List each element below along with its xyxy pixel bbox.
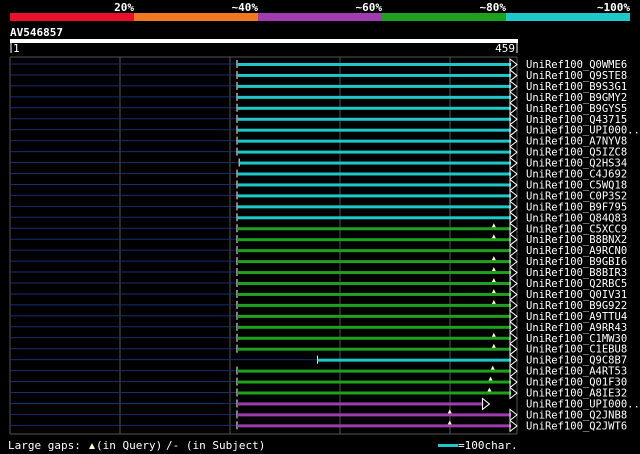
scale-label-20: 20% xyxy=(114,1,134,14)
hit-bar xyxy=(236,84,512,88)
hit-bar xyxy=(236,172,512,176)
scale-label-60: ~60% xyxy=(356,1,383,14)
hit-bar xyxy=(236,369,512,373)
hit-bar xyxy=(236,336,512,340)
scale-block-2 xyxy=(134,13,258,21)
legend-scale-text: =100char. xyxy=(458,439,518,452)
hit-bar xyxy=(236,205,512,209)
hit-bar xyxy=(236,73,512,77)
hit-bar xyxy=(236,260,512,264)
query-name: AV546857 xyxy=(10,26,63,39)
hit-bar xyxy=(236,402,484,406)
hit-bar xyxy=(236,150,512,154)
hit-bar xyxy=(236,292,512,296)
query-start-label: 1 xyxy=(13,42,20,55)
hit-bar xyxy=(236,314,512,318)
hit-bar xyxy=(236,325,512,329)
hit-bar xyxy=(236,227,512,231)
hit-bar xyxy=(236,106,512,110)
scale-label-100: ~100% xyxy=(597,1,630,14)
hit-bar xyxy=(236,117,512,121)
scale-label-80: ~80% xyxy=(480,1,507,14)
scale-swatch xyxy=(438,444,458,447)
scale-block-5 xyxy=(506,13,630,21)
hit-bar xyxy=(236,194,512,198)
hit-bar xyxy=(236,128,512,132)
identity-color-scale xyxy=(10,13,630,21)
hit-bar xyxy=(236,95,512,99)
hit-bar xyxy=(317,358,511,362)
hit-bar xyxy=(236,238,512,242)
legend-gaps-query: (in Query) xyxy=(96,439,162,452)
legend-gaps-subject: /- (in Subject) xyxy=(166,439,265,452)
alignment-overview-graphic: 20% ~40% ~60% ~80% ~100% AV546857 1 459 … xyxy=(0,0,640,454)
hit-bar xyxy=(236,63,512,66)
hit-bar xyxy=(236,303,512,307)
scale-label-40: ~40% xyxy=(232,1,259,14)
hit-bar xyxy=(239,161,511,165)
hit-bar xyxy=(236,391,512,395)
scale-block-3 xyxy=(258,13,382,21)
hit-bar xyxy=(236,282,512,285)
hit-bar xyxy=(236,271,512,275)
hit-bar xyxy=(236,347,512,351)
query-bar xyxy=(10,39,518,43)
legend-gaps-prefix: Large gaps: xyxy=(8,439,87,452)
scale-block-4 xyxy=(382,13,506,21)
hit-bar xyxy=(236,183,512,187)
hit-bar xyxy=(236,139,512,143)
hit-label[interactable]: UniRef100_Q2JWT6 xyxy=(526,420,627,432)
hit-bar xyxy=(236,424,512,428)
hit-bar xyxy=(236,380,512,384)
hit-bar xyxy=(236,413,512,417)
query-end-label: 459 xyxy=(495,42,515,55)
hit-bar xyxy=(236,249,512,253)
hit-bar xyxy=(236,216,512,220)
scale-block-1 xyxy=(10,13,134,21)
